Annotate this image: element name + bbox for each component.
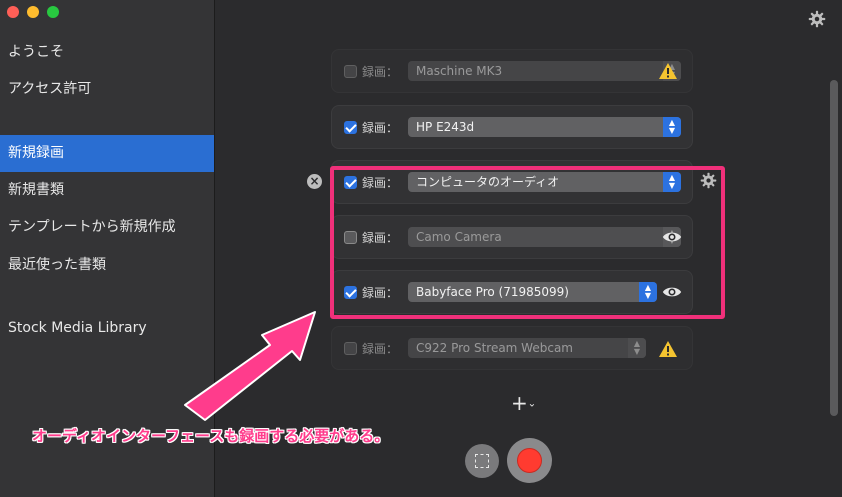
device-name: Maschine MK3 <box>416 64 503 78</box>
device-select[interactable]: Babyface Pro (71985099) ▲ ▼ <box>408 282 657 302</box>
record-label: 録画： <box>362 231 399 245</box>
sidebar-item-new-recording[interactable]: 新規録画 <box>0 135 214 172</box>
chevron-updown-icon: ▲▼ <box>663 117 681 137</box>
sidebar-item-stock-media-library[interactable]: Stock Media Library <box>0 310 214 347</box>
source-row-camo-camera: 録画： Camo Camera ▲▼ <box>331 215 693 259</box>
record-label: 録画： <box>362 176 399 190</box>
sidebar-item-welcome[interactable]: ようこそ <box>0 34 214 71</box>
source-row-babyface-pro: 録画： Babyface Pro (71985099) ▲ ▼ <box>331 270 693 314</box>
close-window-button[interactable] <box>7 6 19 18</box>
device-select[interactable]: Maschine MK3 ▲▼ <box>408 61 681 81</box>
source-row-c922-webcam: 録画： C922 Pro Stream Webcam ▲ ▼ <box>331 326 693 370</box>
device-select[interactable]: C922 Pro Stream Webcam ▲ ▼ <box>408 338 646 358</box>
record-checkbox[interactable] <box>344 286 357 299</box>
device-name: Babyface Pro (71985099) <box>416 285 569 299</box>
sidebar-item-new-from-template[interactable]: テンプレートから新規作成 <box>0 209 214 246</box>
eye-icon[interactable] <box>662 227 682 247</box>
gear-icon[interactable] <box>700 172 717 189</box>
chevron-updown-icon: ▲▼ <box>639 282 657 302</box>
device-name: コンピュータのオーディオ <box>416 175 560 189</box>
sidebar-item-permissions[interactable]: アクセス許可 <box>0 71 214 108</box>
record-icon <box>517 448 542 473</box>
record-button[interactable] <box>507 438 552 483</box>
record-checkbox[interactable] <box>344 231 357 244</box>
sidebar-item-new-document[interactable]: 新規書類 <box>0 172 214 209</box>
annotation-text: オーディオインターフェースも録画する必要がある。 <box>32 427 390 445</box>
gear-icon[interactable] <box>808 10 826 28</box>
scrollbar[interactable] <box>830 80 838 416</box>
record-checkbox[interactable] <box>344 342 357 355</box>
eye-icon[interactable] <box>662 282 682 302</box>
device-select[interactable]: HP E243d ▲ ▼ <box>408 117 681 137</box>
source-row-computer-audio: 録画： コンピュータのオーディオ ▲ ▼ <box>331 160 693 204</box>
add-source-button[interactable]: +⌄ <box>511 393 536 415</box>
device-select[interactable]: コンピュータのオーディオ ▲ ▼ <box>408 172 681 192</box>
record-label: 録画： <box>362 286 399 300</box>
remove-source-button[interactable]: × <box>307 174 322 189</box>
record-label: 録画： <box>362 342 399 356</box>
record-label: 録画： <box>362 121 399 135</box>
source-row-maschine: 録画： Maschine MK3 ▲▼ <box>331 49 693 93</box>
record-checkbox[interactable] <box>344 121 357 134</box>
window-controls <box>7 6 59 18</box>
selection-icon <box>475 454 489 468</box>
chevron-updown-icon: ▲▼ <box>663 172 681 192</box>
chevron-down-icon: ⌄ <box>527 398 537 410</box>
device-name: C922 Pro Stream Webcam <box>416 341 573 355</box>
record-checkbox[interactable] <box>344 176 357 189</box>
chevron-updown-icon: ▲▼ <box>628 338 646 358</box>
device-select[interactable]: Camo Camera ▲▼ <box>408 227 681 247</box>
source-row-hp-display: 録画： HP E243d ▲ ▼ <box>331 105 693 149</box>
device-name: HP E243d <box>416 120 475 134</box>
select-area-button[interactable] <box>465 444 499 478</box>
warning-icon <box>659 63 677 79</box>
sidebar-item-recent-documents[interactable]: 最近使った書類 <box>0 247 214 284</box>
minimize-window-button[interactable] <box>27 6 39 18</box>
device-name: Camo Camera <box>416 230 502 244</box>
record-label: 録画： <box>362 65 399 79</box>
sidebar: ようこそ アクセス許可 新規録画 新規書類 テンプレートから新規作成 最近使った… <box>0 0 215 497</box>
warning-icon <box>659 341 677 357</box>
record-checkbox[interactable] <box>344 65 357 78</box>
add-label: + <box>511 391 528 415</box>
zoom-window-button[interactable] <box>47 6 59 18</box>
